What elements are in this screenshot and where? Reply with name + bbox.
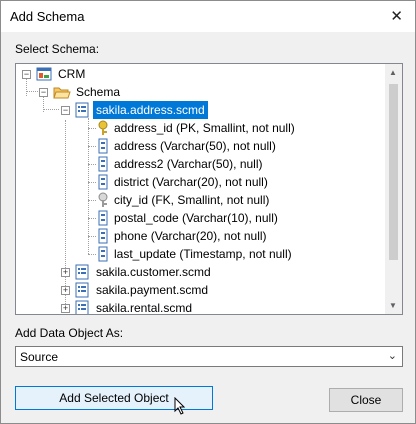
schema-file-icon (75, 282, 89, 298)
chevron-down-icon: ⌄ (387, 350, 397, 362)
tree-node-label: sakila.customer.scmd (96, 265, 211, 279)
tree-node-sakila-payment[interactable]: sakila.payment.scmd (74, 281, 211, 299)
tree-collapse-toggle[interactable]: − (39, 88, 48, 97)
column-icon (98, 156, 108, 172)
add-as-label: Add Data Object As: (15, 326, 124, 340)
database-icon (36, 67, 52, 81)
scrollbar-thumb[interactable] (389, 84, 398, 260)
tree-node-label: address2 (Varchar(50), null) (114, 157, 263, 171)
tree-node-label: address_id (PK, Smallint, not null) (114, 121, 295, 135)
tree-node-label: address (Varchar(50), not null) (114, 139, 276, 153)
select-schema-label: Select Schema: (15, 42, 100, 56)
tree-expand-toggle[interactable]: + (61, 286, 70, 295)
schema-tree[interactable]: − CRM − Schema − sakila.address.scmd add… (15, 63, 403, 315)
title-bar: Add Schema ✕ (1, 1, 415, 32)
tree-node-sakila-customer[interactable]: sakila.customer.scmd (74, 263, 214, 281)
tree-node-label: CRM (58, 67, 86, 81)
tree-node-label: sakila.payment.scmd (96, 283, 209, 297)
tree-node-sakila-address[interactable]: sakila.address.scmd (74, 101, 208, 119)
tree-node-label: phone (Varchar(20), not null) (114, 229, 267, 243)
scroll-down-icon[interactable]: ▼ (389, 301, 397, 310)
tree-field-address2[interactable]: address2 (Varchar(50), null) (96, 155, 266, 173)
close-button[interactable]: Close (329, 388, 403, 412)
tree-field-address[interactable]: address (Varchar(50), not null) (96, 137, 279, 155)
tree-field-phone[interactable]: phone (Varchar(20), not null) (96, 227, 270, 245)
tree-field-address-id[interactable]: address_id (PK, Smallint, not null) (96, 119, 298, 137)
mouse-cursor-icon (174, 397, 186, 415)
key-icon (98, 120, 108, 135)
add-as-select-value: Source (20, 350, 59, 364)
schema-file-icon (75, 300, 89, 314)
tree-field-district[interactable]: district (Varchar(20), not null) (96, 173, 271, 191)
scroll-up-icon[interactable]: ▲ (389, 68, 397, 77)
tree-field-city-id[interactable]: city_id (FK, Smallint, not null) (96, 191, 272, 209)
add-schema-dialog: Add Schema ✕ Select Schema: − CRM − Sche… (0, 0, 416, 424)
folder-open-icon (53, 87, 71, 99)
tree-field-last-update[interactable]: last_update (Timestamp, not null) (96, 245, 295, 263)
tree-node-label: postal_code (Varchar(10), null) (114, 211, 278, 225)
tree-node-schema[interactable]: Schema (53, 83, 123, 101)
tree-node-sakila-rental[interactable]: sakila.rental.scmd (74, 299, 195, 315)
tree-collapse-toggle[interactable]: − (22, 70, 31, 79)
tree-expand-toggle[interactable]: + (61, 268, 70, 277)
column-icon (98, 174, 108, 190)
dialog-title: Add Schema (10, 9, 85, 24)
tree-node-label: city_id (FK, Smallint, not null) (114, 193, 270, 207)
tree-node-label: sakila.rental.scmd (96, 301, 193, 315)
schema-file-icon (75, 264, 89, 280)
tree-node-label: last_update (Timestamp, not null) (114, 247, 292, 261)
close-window-icon[interactable]: ✕ (390, 7, 403, 25)
tree-node-label: district (Varchar(20), not null) (114, 175, 268, 189)
tree-node-label: Schema (76, 85, 121, 99)
column-icon (98, 138, 108, 154)
column-icon (98, 246, 108, 262)
tree-node-label: sakila.address.scmd (93, 101, 208, 119)
schema-file-icon (75, 102, 89, 118)
tree-vertical-scrollbar[interactable]: ▲ ▼ (385, 64, 402, 314)
add-as-select[interactable]: Source ⌄ (15, 346, 403, 367)
tree-expand-toggle[interactable]: + (61, 304, 70, 313)
column-icon (98, 228, 108, 244)
tree-collapse-toggle[interactable]: − (61, 106, 70, 115)
column-icon (98, 210, 108, 226)
tree-field-postal-code[interactable]: postal_code (Varchar(10), null) (96, 209, 281, 227)
key-icon (98, 192, 108, 207)
tree-node-crm[interactable]: CRM (36, 65, 88, 83)
